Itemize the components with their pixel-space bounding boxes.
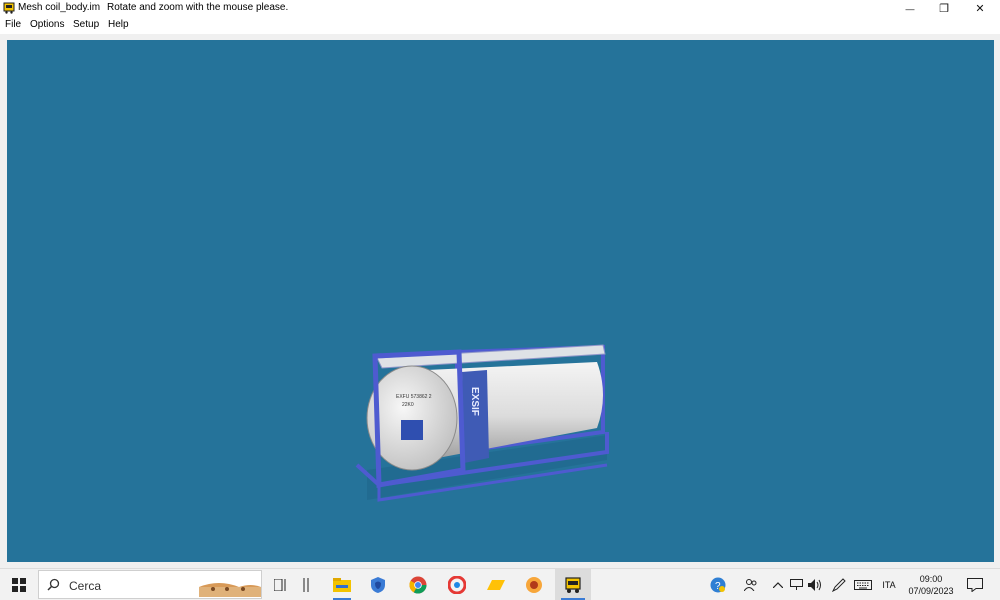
taskbar: Cerca ? ITA 09:00 07/09/2023 bbox=[0, 568, 1000, 600]
language-button[interactable]: ITA bbox=[878, 569, 900, 600]
desert-camels-icon bbox=[199, 583, 261, 597]
app-button[interactable] bbox=[442, 569, 472, 600]
container-code: EXFU 573862 2 bbox=[396, 394, 432, 400]
network-icon bbox=[789, 579, 803, 590]
clock-time: 09:00 bbox=[919, 573, 943, 584]
chrome-icon bbox=[409, 576, 427, 593]
task-view-icon bbox=[274, 578, 286, 591]
app-truck-icon bbox=[3, 2, 15, 14]
people-icon bbox=[744, 578, 757, 591]
close-icon: ✕ bbox=[975, 3, 985, 15]
mesh-viewer-taskbar-button[interactable] bbox=[555, 569, 591, 600]
notification-icon bbox=[967, 577, 983, 592]
restore-button[interactable]: ❐ bbox=[927, 0, 961, 17]
file-explorer-button[interactable] bbox=[327, 569, 357, 600]
folder-app-button[interactable] bbox=[481, 569, 511, 600]
menu-options[interactable]: Options bbox=[30, 19, 64, 30]
folder-icon bbox=[487, 579, 505, 590]
chevron-up-icon bbox=[773, 581, 783, 588]
taskbar-search[interactable]: Cerca bbox=[38, 570, 262, 599]
search-icon bbox=[47, 578, 60, 591]
brand-letter: EXSIF bbox=[469, 387, 480, 416]
security-app-button[interactable] bbox=[363, 569, 393, 600]
windows-icon bbox=[12, 577, 26, 592]
start-button[interactable] bbox=[0, 569, 38, 600]
window-hint: Rotate and zoom with the mouse please. bbox=[107, 2, 289, 13]
game-icon bbox=[526, 576, 542, 593]
title-bar: Mesh coil_body.im Rotate and zoom with t… bbox=[0, 0, 1000, 17]
notification-center-button[interactable] bbox=[962, 569, 988, 600]
keyboard-icon bbox=[854, 579, 872, 590]
restore-icon: ❐ bbox=[939, 3, 949, 15]
svg-text:?: ? bbox=[715, 581, 721, 592]
clock-date: 07/09/2023 bbox=[908, 585, 954, 596]
game-app-button[interactable] bbox=[519, 569, 549, 600]
task-view-button[interactable] bbox=[268, 569, 294, 600]
help-icon: ? bbox=[710, 577, 726, 592]
show-hidden-icons-button[interactable] bbox=[770, 569, 786, 600]
clock-button[interactable]: 09:00 07/09/2023 bbox=[903, 569, 959, 600]
network-button[interactable] bbox=[788, 569, 804, 600]
3d-viewport[interactable]: EXSIF EXFU 573862 2 22K0 bbox=[7, 40, 994, 562]
close-button[interactable]: ✕ bbox=[963, 0, 997, 17]
container-logo-plate bbox=[401, 420, 423, 440]
menu-help[interactable]: Help bbox=[108, 19, 129, 30]
chrome-button[interactable] bbox=[403, 569, 433, 600]
people-button[interactable] bbox=[740, 569, 762, 600]
window-title: Mesh coil_body.im bbox=[18, 2, 101, 13]
language-indicator: ITA bbox=[882, 579, 896, 590]
help-tray-button[interactable]: ? bbox=[706, 569, 730, 600]
security-icon bbox=[371, 576, 385, 593]
widgets-button[interactable] bbox=[295, 569, 317, 600]
minimize-button[interactable]: — bbox=[893, 0, 927, 17]
widgets-icon bbox=[303, 577, 309, 592]
search-placeholder: Cerca bbox=[69, 579, 102, 593]
mesh-viewer-icon bbox=[565, 576, 581, 593]
app-logo-icon bbox=[448, 575, 466, 594]
pen-icon bbox=[832, 577, 846, 592]
menu-setup[interactable]: Setup bbox=[73, 19, 99, 30]
menu-file[interactable]: File bbox=[5, 19, 21, 30]
file-explorer-icon bbox=[333, 577, 351, 592]
tank-container-model: EXSIF EXFU 573862 2 22K0 bbox=[355, 344, 609, 502]
keyboard-button[interactable] bbox=[851, 569, 875, 600]
minimize-icon: — bbox=[905, 3, 915, 14]
menu-bar: File Options Setup Help bbox=[0, 17, 1000, 34]
speaker-icon bbox=[808, 578, 821, 591]
volume-button[interactable] bbox=[806, 569, 824, 600]
pen-button[interactable] bbox=[828, 569, 850, 600]
container-type: 22K0 bbox=[402, 402, 414, 408]
